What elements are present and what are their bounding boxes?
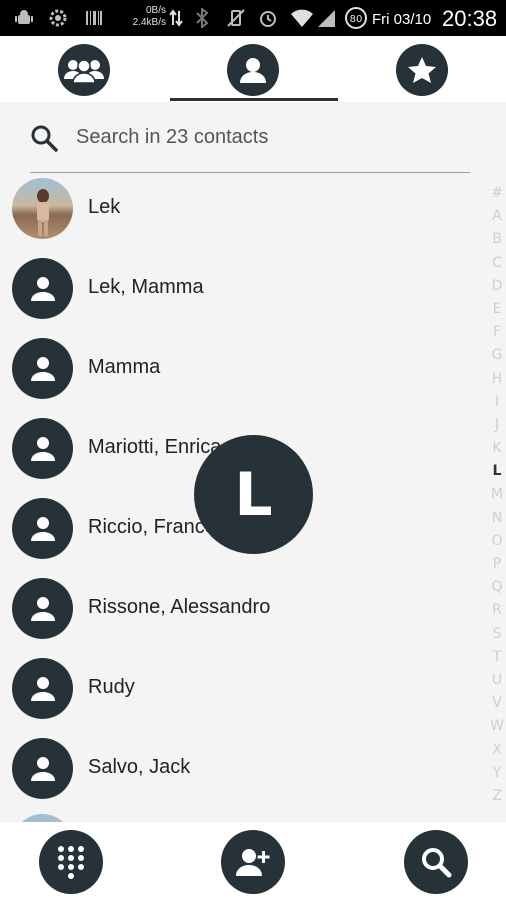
contact-avatar — [12, 258, 73, 319]
index-letter[interactable]: K — [488, 437, 506, 460]
index-letter[interactable]: C — [488, 252, 506, 275]
network-rate-up: 0B/s — [145, 5, 166, 16]
barcode-icon — [84, 8, 104, 28]
status-date: Fri 03/10 — [372, 11, 432, 28]
status-bar: 0B/s 2.4kB/s 80 Fri 03/10 20:38 — [0, 0, 506, 36]
alarm-icon — [258, 8, 278, 28]
index-letter[interactable]: J — [488, 414, 506, 437]
index-letter[interactable]: Y — [488, 762, 506, 785]
contact-name: Mariotti, Enrica — [88, 436, 222, 458]
contact-photo — [12, 814, 73, 822]
person-icon — [30, 436, 55, 461]
person-icon — [30, 756, 55, 781]
index-letter[interactable]: I — [488, 391, 506, 414]
groups-icon — [64, 59, 104, 84]
network-rate: 0B/s 2.4kB/s — [122, 5, 166, 29]
tab-contacts[interactable] — [227, 44, 279, 96]
search-button[interactable] — [404, 830, 468, 894]
contact-name: Riccio, Franco — [88, 516, 216, 538]
search-icon — [31, 125, 58, 152]
person-icon — [30, 516, 55, 541]
index-letter[interactable]: H — [488, 368, 506, 391]
vibrate-off-icon — [226, 8, 246, 28]
wifi-icon — [290, 8, 314, 28]
index-letter[interactable]: Q — [488, 576, 506, 599]
index-letter[interactable]: L — [488, 460, 506, 483]
person-icon — [30, 276, 55, 301]
contact-avatar — [12, 578, 73, 639]
index-letter[interactable]: T — [488, 646, 506, 669]
contact-name: Rissone, Alessandro — [88, 596, 271, 618]
contact-avatar — [12, 418, 73, 479]
person-icon — [240, 58, 266, 83]
contact-row[interactable]: Mamma — [0, 338, 486, 418]
contact-row[interactable]: Lek — [0, 178, 486, 258]
index-letter[interactable]: O — [488, 530, 506, 553]
contact-avatar — [12, 738, 73, 799]
signal-icon — [316, 8, 336, 28]
search-icon — [422, 848, 452, 878]
data-transfer-icon — [166, 8, 186, 28]
tab-selected-indicator — [170, 98, 338, 101]
battery-level: 80 — [350, 14, 363, 25]
contact-row[interactable]: Lek, Mamma — [0, 258, 486, 338]
contact-name: Rudy — [88, 676, 135, 698]
contact-photo — [12, 178, 73, 239]
tab-favorites[interactable] — [396, 44, 448, 96]
contact-name: Lek, Mamma — [88, 276, 204, 298]
battery-icon: 80 — [344, 7, 368, 29]
index-letter[interactable]: M — [488, 483, 506, 506]
fast-scroll-letter-bubble: L — [194, 435, 313, 554]
person-icon — [30, 356, 55, 381]
contact-row-partial[interactable] — [0, 814, 486, 822]
contact-avatar — [12, 338, 73, 399]
add-contact-button[interactable] — [221, 830, 285, 894]
index-letter[interactable]: R — [488, 599, 506, 622]
index-letter[interactable]: W — [488, 715, 506, 738]
tab-groups[interactable] — [58, 44, 110, 96]
contact-row[interactable]: Rissone, Alessandro — [0, 578, 486, 658]
contact-avatar — [12, 658, 73, 719]
index-letter[interactable]: F — [488, 321, 506, 344]
dialpad-button[interactable] — [39, 830, 103, 894]
index-letter[interactable]: # — [488, 182, 506, 205]
index-letter[interactable]: N — [488, 507, 506, 530]
search-input[interactable] — [76, 126, 456, 149]
index-letter[interactable]: S — [488, 623, 506, 646]
dialpad-icon — [58, 846, 84, 879]
search-bar — [30, 118, 470, 173]
contact-name: Mamma — [88, 356, 161, 378]
contact-avatar — [12, 498, 73, 559]
index-letter[interactable]: G — [488, 344, 506, 367]
index-letter[interactable]: X — [488, 739, 506, 762]
index-letter[interactable]: E — [488, 298, 506, 321]
index-letter[interactable]: Z — [488, 785, 506, 808]
person-icon — [30, 596, 55, 621]
network-rate-down: 2.4kB/s — [132, 17, 166, 28]
index-letter[interactable]: B — [488, 228, 506, 251]
tab-bar — [0, 36, 506, 102]
alphabet-index[interactable]: # A B C D E F G H I J K L M N O P Q R S T U V W X Y Z — [488, 182, 506, 808]
index-letter[interactable]: A — [488, 205, 506, 228]
index-letter[interactable]: U — [488, 669, 506, 692]
settings-notification-icon — [48, 8, 68, 28]
contact-row[interactable]: Salvo, Jack — [0, 738, 486, 818]
person-icon — [30, 676, 55, 701]
index-letter[interactable]: V — [488, 692, 506, 715]
star-icon — [408, 57, 436, 83]
bottom-action-bar — [0, 822, 506, 900]
android-icon — [14, 8, 34, 28]
index-letter[interactable]: P — [488, 553, 506, 576]
contact-name: Lek — [88, 196, 121, 218]
status-time: 20:38 — [442, 6, 498, 31]
add-person-icon — [236, 849, 270, 876]
contact-row[interactable]: Rudy — [0, 658, 486, 738]
bluetooth-icon — [192, 8, 212, 28]
contact-name: Salvo, Jack — [88, 756, 191, 778]
index-letter[interactable]: D — [488, 275, 506, 298]
